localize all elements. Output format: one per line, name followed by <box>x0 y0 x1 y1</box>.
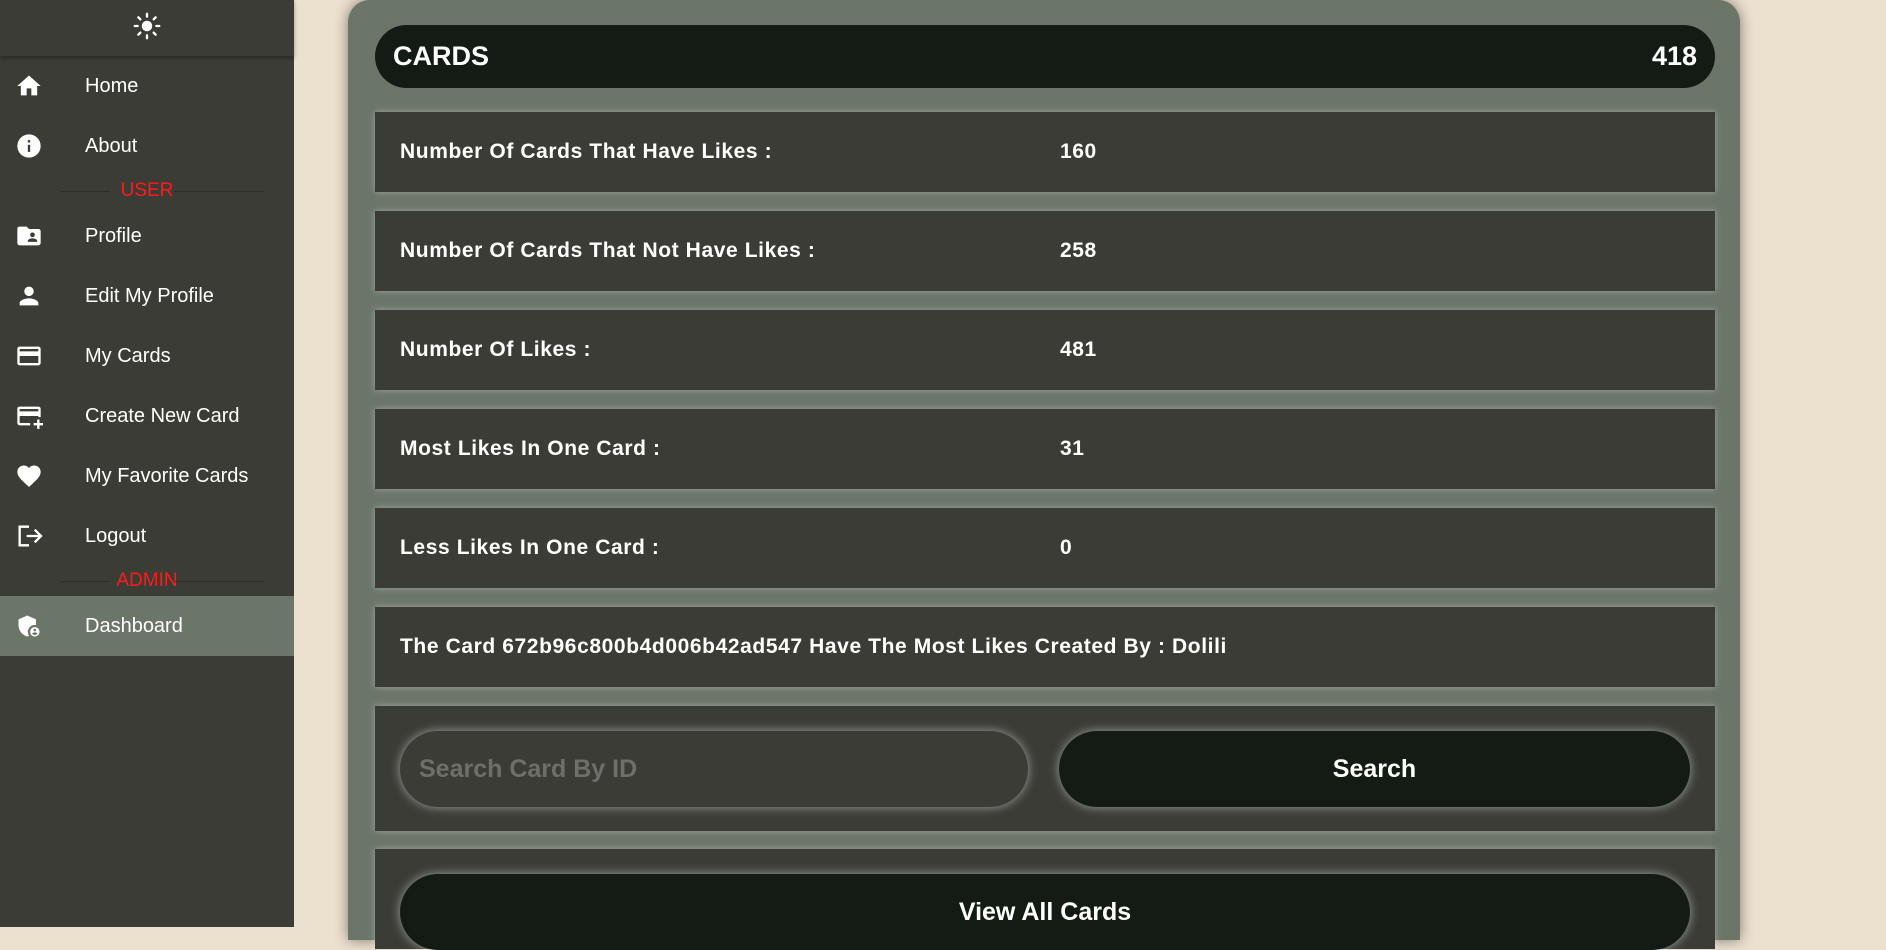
search-button[interactable]: Search <box>1059 731 1690 807</box>
admin-shield-icon <box>15 612 45 640</box>
info-icon <box>15 132 45 160</box>
stat-value: 481 <box>1060 338 1097 361</box>
stat-value: 258 <box>1060 239 1097 262</box>
stat-value: 0 <box>1060 536 1073 559</box>
admin-section-label: ADMIN <box>0 566 294 596</box>
sidebar-item-edit-profile[interactable]: Edit My Profile <box>0 266 294 326</box>
stat-row: Number Of Cards That Have Likes : 160 <box>375 112 1715 192</box>
sidebar-item-home[interactable]: Home <box>0 56 294 116</box>
sidebar-item-label: Logout <box>85 524 147 547</box>
user-section-label: USER <box>0 176 294 206</box>
sidebar-item-label: Create New Card <box>85 404 240 427</box>
sidebar-item-about[interactable]: About <box>0 116 294 176</box>
sidebar-item-favorite-cards[interactable]: My Favorite Cards <box>0 446 294 506</box>
sidebar-item-logout[interactable]: Logout <box>0 506 294 566</box>
cards-dashboard-panel: CARDS 418 Number Of Cards That Have Like… <box>348 0 1740 950</box>
cards-header: CARDS 418 <box>375 25 1715 88</box>
most-liked-card-row: The Card 672b96c800b4d006b42ad547 Have T… <box>375 607 1715 687</box>
most-liked-card-text: The Card 672b96c800b4d006b42ad547 Have T… <box>400 635 1227 658</box>
stat-value: 160 <box>1060 140 1097 163</box>
view-all-section: View All Cards <box>375 849 1715 950</box>
sidebar-item-label: Dashboard <box>85 614 183 637</box>
stat-label: Number Of Cards That Not Have Likes : <box>400 239 816 262</box>
view-all-cards-button[interactable]: View All Cards <box>400 874 1690 950</box>
profile-folder-icon <box>15 222 45 250</box>
sidebar-item-label: My Cards <box>85 344 171 367</box>
add-card-icon <box>15 402 45 430</box>
stat-label: Number Of Cards That Have Likes : <box>400 140 773 163</box>
card-icon <box>15 342 45 370</box>
sidebar-item-label: Edit My Profile <box>85 284 214 307</box>
page-title: CARDS <box>393 41 490 71</box>
stat-label: Number Of Likes : <box>400 338 592 361</box>
stat-row: Number Of Cards That Not Have Likes : 25… <box>375 211 1715 291</box>
stat-row: Less Likes In One Card : 0 <box>375 508 1715 588</box>
sidebar-item-create-card[interactable]: Create New Card <box>0 386 294 446</box>
sidebar-item-label: Home <box>85 74 139 97</box>
sidebar-item-profile[interactable]: Profile <box>0 206 294 266</box>
total-cards-count: 418 <box>1651 41 1697 71</box>
stat-value: 31 <box>1060 437 1085 460</box>
sidebar-item-label: My Favorite Cards <box>85 464 249 487</box>
search-section: Search <box>375 706 1715 831</box>
heart-icon <box>15 462 45 490</box>
stat-label: Less Likes In One Card : <box>400 536 660 559</box>
logout-icon <box>15 522 45 550</box>
sidebar-item-dashboard[interactable]: Dashboard <box>0 596 294 656</box>
stat-row: Most Likes In One Card : 31 <box>375 409 1715 489</box>
sun-icon <box>133 12 161 45</box>
sidebar-item-label: About <box>85 134 138 157</box>
sidebar: Home About USER Profile Edit My Profile … <box>0 0 294 927</box>
theme-toggle-button[interactable] <box>0 0 294 56</box>
stat-label: Most Likes In One Card : <box>400 437 661 460</box>
home-icon <box>15 72 45 100</box>
sidebar-item-my-cards[interactable]: My Cards <box>0 326 294 386</box>
sidebar-item-label: Profile <box>85 224 142 247</box>
person-icon <box>15 282 45 310</box>
search-card-input[interactable] <box>400 731 1028 807</box>
stat-row: Number Of Likes : 481 <box>375 310 1715 390</box>
